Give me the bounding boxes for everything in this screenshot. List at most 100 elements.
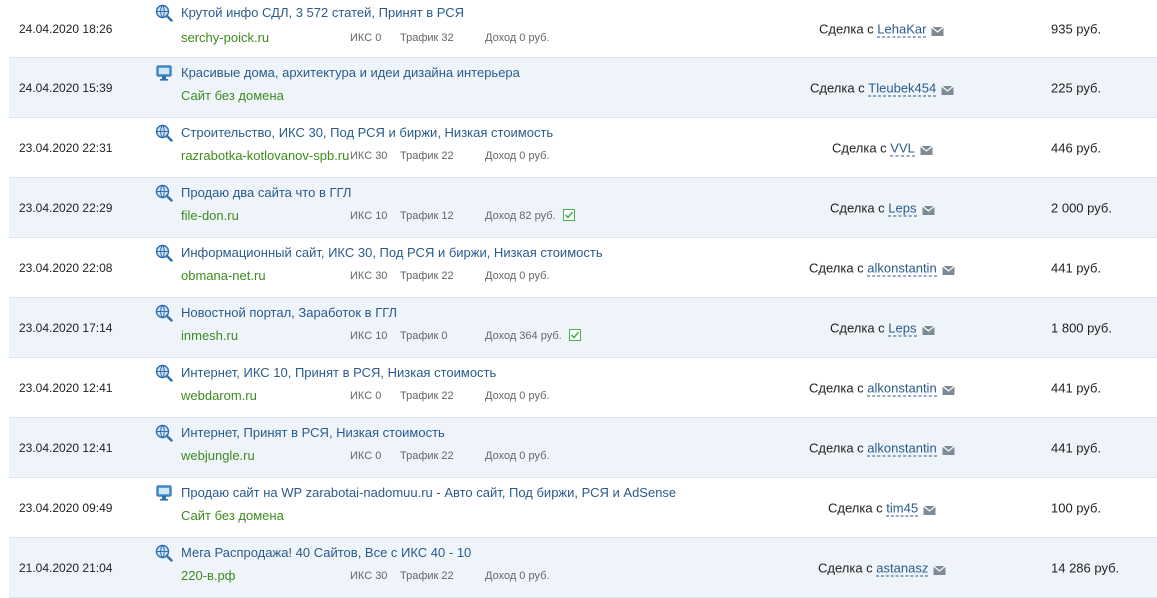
mail-icon[interactable] xyxy=(941,264,955,276)
iks-stat: ИКС 0 xyxy=(350,450,382,462)
listing-title-link[interactable]: Продаю два сайта что в ГГЛ xyxy=(181,185,351,200)
listing-price: 441 руб. xyxy=(1051,380,1102,395)
listing-date: 24.04.2020 15:39 xyxy=(19,80,113,95)
listing-date: 23.04.2020 22:29 xyxy=(19,200,113,215)
traffic-stat: Трафик 22 xyxy=(400,450,454,462)
deal-info: Сделка с Tleubek454 xyxy=(810,80,955,96)
listing-title-link[interactable]: Мега Распродажа! 40 Сайтов, Все с ИКС 40… xyxy=(181,545,471,560)
listing-title-link[interactable]: Строительство, ИКС 30, Под РСЯ и биржи, … xyxy=(181,125,553,140)
listing-date: 23.04.2020 09:49 xyxy=(19,500,113,515)
deal-prefix: Сделка с xyxy=(809,260,868,275)
traffic-stat: Трафик 12 xyxy=(400,210,454,222)
table-row: 24.04.2020 15:39 Красивые дома, архитекту… xyxy=(9,58,1157,118)
table-row: 23.04.2020 22:29 Продаю два сайта что в Г… xyxy=(9,178,1157,238)
iks-stat: ИКС 0 xyxy=(350,390,382,402)
mail-icon[interactable] xyxy=(923,504,936,516)
listing-title-link[interactable]: Новостной портал, Заработок в ГГЛ xyxy=(181,305,397,320)
seller-username-link[interactable]: LehaKar xyxy=(877,21,927,37)
listing-date: 23.04.2020 22:31 xyxy=(19,140,113,155)
globe-search-icon xyxy=(155,184,173,202)
mail-icon[interactable] xyxy=(931,25,945,37)
deal-info: Сделка с tim45 xyxy=(828,500,936,516)
iks-stat: ИКС 10 xyxy=(350,210,388,222)
listing-price: 935 руб. xyxy=(1051,21,1102,36)
deal-prefix: Сделка с xyxy=(830,320,889,335)
traffic-stat: Трафик 22 xyxy=(400,570,454,582)
listing-domain[interactable]: 220-в.рф xyxy=(181,568,235,583)
seller-username-link[interactable]: tim45 xyxy=(886,500,919,516)
globe-search-icon xyxy=(155,424,173,442)
globe-search-icon xyxy=(155,364,173,382)
income-stat: Доход 0 руб. xyxy=(485,450,550,462)
income-stat: Доход 364 руб. xyxy=(485,330,562,342)
deal-info: Сделка с Leps xyxy=(830,200,935,216)
seller-username-link[interactable]: astanasz xyxy=(876,560,929,576)
listing-title-link[interactable]: Информационный сайт, ИКС 30, Под РСЯ и б… xyxy=(181,245,603,260)
seller-username-link[interactable]: Leps xyxy=(888,200,917,216)
listing-price: 14 286 руб. xyxy=(1051,560,1120,575)
listing-date: 21.04.2020 21:04 xyxy=(19,560,113,575)
mail-icon[interactable] xyxy=(933,564,947,576)
deal-info: Сделка с VVL xyxy=(832,140,933,156)
listing-date: 23.04.2020 22:08 xyxy=(19,260,113,275)
income-stat: Доход 0 руб. xyxy=(485,570,550,582)
iks-stat: ИКС 10 xyxy=(350,330,388,342)
deal-prefix: Сделка с xyxy=(828,500,887,515)
listing-domain[interactable]: file-don.ru xyxy=(181,208,239,223)
seller-username-link[interactable]: alkonstantin xyxy=(867,440,937,456)
listing-domain[interactable]: inmesh.ru xyxy=(181,328,238,343)
listing-price: 2 000 руб. xyxy=(1051,200,1112,215)
table-row: 23.04.2020 12:41 Интернет, ИКС 10, Принят… xyxy=(9,358,1157,418)
mail-icon[interactable] xyxy=(919,144,933,156)
monitor-icon xyxy=(155,64,173,82)
mail-icon[interactable] xyxy=(941,444,955,456)
mail-icon[interactable] xyxy=(941,384,955,396)
listing-domain[interactable]: Сайт без домена xyxy=(181,508,284,523)
iks-stat: ИКС 30 xyxy=(350,150,388,162)
listing-date: 23.04.2020 12:41 xyxy=(19,440,113,455)
listing-domain[interactable]: webdarom.ru xyxy=(181,388,257,403)
seller-username-link[interactable]: Leps xyxy=(888,320,917,336)
seller-username-link[interactable]: alkonstantin xyxy=(867,380,937,396)
listing-date: 23.04.2020 12:41 xyxy=(19,380,113,395)
traffic-stat: Трафик 22 xyxy=(400,390,454,402)
income-stat: Доход 0 руб. xyxy=(485,270,550,282)
iks-stat: ИКС 0 xyxy=(350,32,382,44)
deal-info: Сделка с astanasz xyxy=(818,560,947,576)
traffic-stat: Трафик 0 xyxy=(400,330,448,342)
table-row: 23.04.2020 12:41 Интернет, Принят в РСЯ, … xyxy=(9,418,1157,478)
listing-price: 100 руб. xyxy=(1051,500,1102,515)
globe-search-icon xyxy=(155,124,173,142)
deal-prefix: Сделка с xyxy=(810,80,869,95)
iks-stat: ИКС 30 xyxy=(350,270,388,282)
deal-prefix: Сделка с xyxy=(832,140,891,155)
listing-domain[interactable]: serchy-poick.ru xyxy=(181,30,269,45)
mail-icon[interactable] xyxy=(921,324,935,336)
listing-domain[interactable]: webjungle.ru xyxy=(181,448,255,463)
seller-username-link[interactable]: VVL xyxy=(890,140,915,156)
listing-title-link[interactable]: Интернет, ИКС 10, Принят в РСЯ, Низкая с… xyxy=(181,365,496,380)
listing-domain[interactable]: razrabotka-kotlovanov-spb.ru xyxy=(181,148,349,163)
mail-icon[interactable] xyxy=(921,204,935,216)
traffic-stat: Трафик 22 xyxy=(400,150,454,162)
listing-domain[interactable]: obmana-net.ru xyxy=(181,268,266,283)
table-row: 23.04.2020 17:14 Новостной портал, Зарабо… xyxy=(9,298,1157,358)
income-stat: Доход 0 руб. xyxy=(485,32,550,44)
listing-title-link[interactable]: Красивые дома, архитектура и идеи дизайн… xyxy=(181,65,520,80)
listing-domain[interactable]: Сайт без домена xyxy=(181,88,284,103)
deal-prefix: Сделка с xyxy=(809,380,868,395)
globe-search-icon xyxy=(155,244,173,262)
listing-title-link[interactable]: Продаю сайт на WP zarabotai-nadomuu.ru -… xyxy=(181,485,676,500)
listing-price: 446 руб. xyxy=(1051,140,1102,155)
table-row: 24.04.2020 18:26 Крутой инфо СДЛ, 3 572 с… xyxy=(9,0,1157,58)
seller-username-link[interactable]: alkonstantin xyxy=(867,260,937,276)
deal-prefix: Сделка с xyxy=(809,440,868,455)
listing-title-link[interactable]: Крутой инфо СДЛ, 3 572 статей, Принят в … xyxy=(181,5,464,20)
verified-check-icon xyxy=(569,329,581,341)
listing-title-link[interactable]: Интернет, Принят в РСЯ, Низкая стоимость xyxy=(181,425,445,440)
table-row: 21.04.2020 21:04 Мега Распродажа! 40 Сайт… xyxy=(9,538,1157,598)
seller-username-link[interactable]: Tleubek454 xyxy=(868,80,937,96)
mail-icon[interactable] xyxy=(941,84,955,96)
globe-search-icon xyxy=(155,544,173,562)
listing-price: 441 руб. xyxy=(1051,260,1102,275)
